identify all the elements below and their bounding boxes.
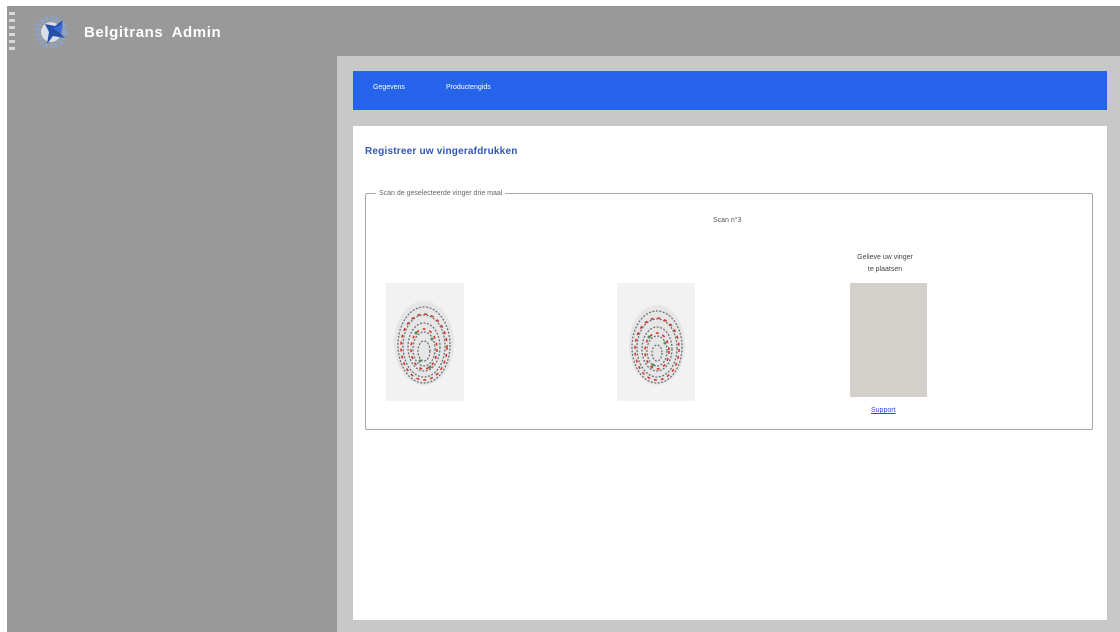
scan-fieldset: Scan de geselecteerde vinger drie maal S… (365, 190, 1093, 430)
place-finger-instruction: Gelieve uw vinger te plaatsen (849, 252, 921, 276)
page-title: Registreer uw vingerafdrukken (365, 146, 518, 157)
instruction-line-1: Gelieve uw vinger (857, 254, 913, 261)
nav-bar: Gegevens Productengids (353, 71, 1107, 110)
top-bar: Belgitrans Admin (7, 6, 1120, 56)
scan-legend: Scan de geselecteerde vinger drie maal (379, 190, 503, 197)
support-link[interactable]: Support (871, 407, 896, 414)
scan-number: Scan n°3 (713, 217, 742, 224)
fingerprint-scan-placeholder (850, 283, 927, 397)
app-title: Belgitrans Admin (84, 24, 222, 41)
app-window: Belgitrans Admin Gegevens Productengids … (7, 6, 1120, 632)
nav-item-productengids[interactable]: Productengids (446, 84, 491, 91)
menu-icon[interactable] (9, 12, 17, 54)
instruction-line-2: te plaatsen (867, 266, 903, 273)
nav-item-gegevens[interactable]: Gegevens (373, 84, 405, 91)
gear-logo-icon (34, 15, 68, 49)
fingerprint-image-1 (386, 283, 464, 401)
sidebar (7, 56, 337, 632)
content-area: Gegevens Productengids Registreer uw vin… (337, 56, 1120, 632)
fingerprint-image-2 (617, 283, 695, 401)
main-panel: Registreer uw vingerafdrukken Scan de ge… (353, 126, 1107, 620)
